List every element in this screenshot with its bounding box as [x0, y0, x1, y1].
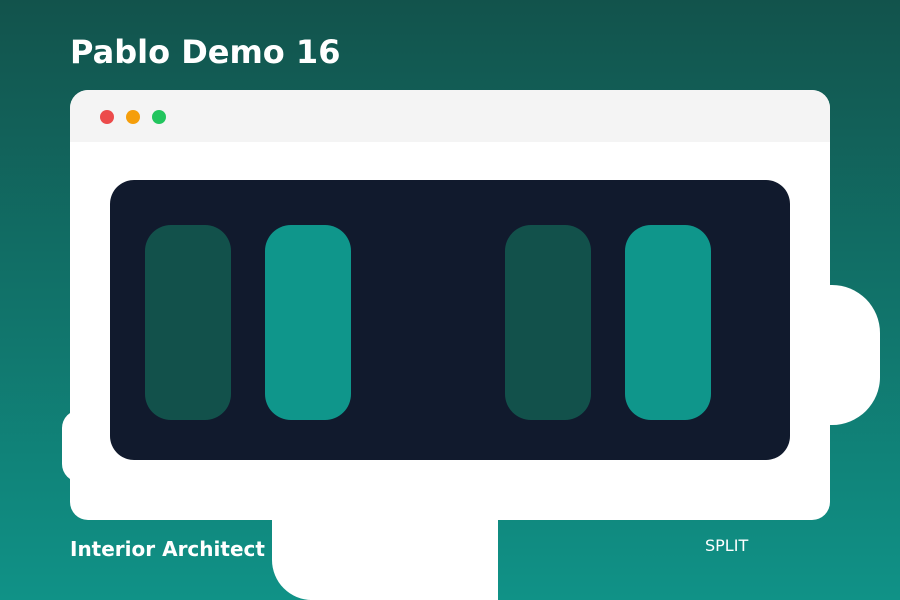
page-title: Pablo Demo 16: [70, 33, 341, 71]
window-titlebar: [70, 90, 830, 142]
panel-2: [265, 225, 351, 420]
browser-window: [70, 90, 830, 520]
mode-badge: SPLIT: [705, 536, 749, 555]
subtitle-label: Interior Architect: [70, 537, 265, 561]
close-dot-icon[interactable]: [100, 110, 114, 124]
split-view-canvas: [110, 180, 790, 460]
minimize-dot-icon[interactable]: [126, 110, 140, 124]
panel-4: [625, 225, 711, 420]
background-blob-bottom-stem: [310, 560, 498, 600]
panel-3: [505, 225, 591, 420]
panel-1: [145, 225, 231, 420]
maximize-dot-icon[interactable]: [152, 110, 166, 124]
